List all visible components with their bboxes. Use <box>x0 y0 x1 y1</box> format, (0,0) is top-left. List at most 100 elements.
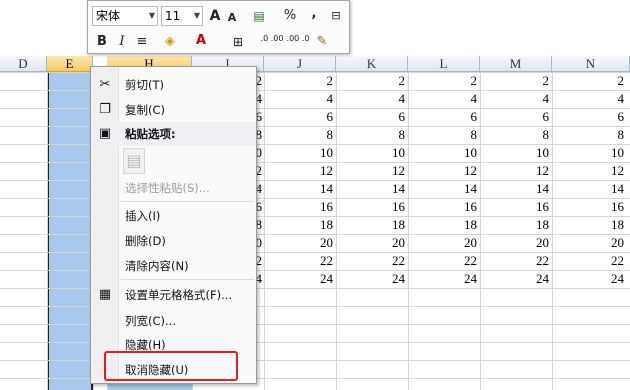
font-name-value: 宋体 <box>96 9 121 23</box>
table-cell[interactable]: 4 <box>564 90 625 108</box>
table-cell[interactable]: 10 <box>489 144 549 162</box>
table-cell[interactable]: 22 <box>273 252 333 270</box>
column-header-d[interactable]: D <box>0 56 47 72</box>
table-cell[interactable]: 14 <box>564 180 624 198</box>
comma-button[interactable]: , <box>309 5 319 23</box>
percent-button[interactable]: % <box>283 7 297 25</box>
table-cell[interactable]: 2 <box>489 72 550 90</box>
table-cell[interactable]: 14 <box>345 180 405 198</box>
format-painter-box-icon[interactable]: ⊟ <box>327 7 345 25</box>
table-cell[interactable]: 4 <box>417 90 478 108</box>
menu-item-insert[interactable]: 插入(I) <box>91 204 256 228</box>
table-cell[interactable]: 8 <box>345 126 406 144</box>
font-name-select[interactable]: 宋体 ▼ <box>92 6 158 26</box>
column-header-j[interactable]: J <box>264 56 336 72</box>
table-cell[interactable]: 22 <box>564 252 624 270</box>
mini-toolbar: 宋体 ▼ 11 ▼ A A ▤ % , ⊟ B I ≡ ◈ A ⊞ .0 .00 .… <box>87 0 350 54</box>
table-cell[interactable]: 4 <box>273 90 334 108</box>
table-cell[interactable]: 2 <box>273 72 334 90</box>
table-cell[interactable]: 20 <box>489 234 549 252</box>
table-cell[interactable]: 18 <box>564 216 624 234</box>
column-header-e[interactable]: E <box>47 56 93 72</box>
table-cell[interactable]: 8 <box>417 126 478 144</box>
table-cell[interactable]: 24 <box>564 270 624 288</box>
table-cell[interactable]: 24 <box>273 270 333 288</box>
table-cell[interactable]: 22 <box>345 252 405 270</box>
menu-separator <box>121 279 254 280</box>
menu-item-paste-special[interactable]: 选择性粘贴(S)... <box>91 176 256 200</box>
grow-font-button[interactable]: A <box>207 7 223 25</box>
menu-item-column-width[interactable]: 列宽(C)... <box>91 309 256 333</box>
table-cell[interactable]: 18 <box>273 216 333 234</box>
table-cell[interactable]: 6 <box>273 108 334 126</box>
table-cell[interactable]: 2 <box>564 72 625 90</box>
table-cell[interactable]: 4 <box>345 90 406 108</box>
table-cell[interactable]: 12 <box>489 162 549 180</box>
decrease-decimal-button[interactable]: .00 .0 <box>286 35 310 43</box>
column-header-n[interactable]: N <box>552 56 630 72</box>
menu-item-format-cells[interactable]: ▦ 设置单元格格式(F)... <box>91 283 256 307</box>
table-cell[interactable]: 6 <box>417 108 478 126</box>
table-cell[interactable]: 18 <box>417 216 477 234</box>
menu-item-copy[interactable]: ❐ 复制(C) <box>91 98 256 122</box>
table-cell[interactable]: 8 <box>489 126 550 144</box>
table-cell[interactable]: 10 <box>345 144 405 162</box>
font-size-select[interactable]: 11 ▼ <box>161 6 203 26</box>
table-cell[interactable]: 4 <box>489 90 550 108</box>
table-cell[interactable]: 12 <box>417 162 477 180</box>
italic-button[interactable]: I <box>116 33 128 51</box>
table-cell[interactable]: 20 <box>345 234 405 252</box>
table-cell[interactable]: 10 <box>417 144 477 162</box>
menu-item-delete[interactable]: 删除(D) <box>91 229 256 253</box>
align-center-icon[interactable]: ≡ <box>134 33 150 51</box>
table-cell[interactable]: 18 <box>345 216 405 234</box>
table-cell[interactable]: 20 <box>273 234 333 252</box>
table-cell[interactable]: 14 <box>273 180 333 198</box>
table-cell[interactable]: 24 <box>417 270 477 288</box>
table-cell[interactable]: 20 <box>564 234 624 252</box>
format-painter-icon[interactable]: ✎ <box>314 33 330 51</box>
table-cell[interactable]: 6 <box>489 108 550 126</box>
table-cell[interactable]: 8 <box>273 126 334 144</box>
column-header-l[interactable]: L <box>408 56 480 72</box>
table-cell[interactable]: 16 <box>564 198 624 216</box>
column-header-k[interactable]: K <box>336 56 408 72</box>
bold-button[interactable]: B <box>95 33 109 51</box>
shrink-font-button[interactable]: A <box>225 9 239 27</box>
table-cell[interactable]: 16 <box>417 198 477 216</box>
table-cell[interactable]: 24 <box>489 270 549 288</box>
menu-label-insert: 插入(I) <box>125 209 161 223</box>
table-cell[interactable]: 10 <box>564 144 624 162</box>
menu-label-paste-options: 粘贴选项: <box>125 127 176 141</box>
table-cell[interactable]: 14 <box>489 180 549 198</box>
table-cell[interactable]: 22 <box>489 252 549 270</box>
table-cell[interactable]: 22 <box>417 252 477 270</box>
table-cell[interactable]: 16 <box>345 198 405 216</box>
borders-icon[interactable]: ⊞ <box>228 33 248 51</box>
table-cell[interactable]: 12 <box>564 162 624 180</box>
table-cell[interactable]: 2 <box>345 72 406 90</box>
table-cell[interactable]: 20 <box>417 234 477 252</box>
table-cell[interactable]: 10 <box>273 144 333 162</box>
table-cell[interactable]: 6 <box>564 108 625 126</box>
menu-item-clear-contents[interactable]: 清除内容(N) <box>91 254 256 278</box>
table-cell[interactable]: 8 <box>564 126 625 144</box>
table-cell[interactable]: 24 <box>345 270 405 288</box>
table-cell[interactable]: 12 <box>345 162 405 180</box>
font-size-value: 11 <box>165 9 181 23</box>
table-cell[interactable]: 14 <box>417 180 477 198</box>
table-cell[interactable]: 16 <box>273 198 333 216</box>
column-header-m[interactable]: M <box>480 56 552 72</box>
increase-decimal-button[interactable]: .0 .00 <box>260 35 284 43</box>
table-cell[interactable]: 18 <box>489 216 549 234</box>
paste-clipboard-icon[interactable]: ▤ <box>123 148 145 174</box>
table-cell[interactable]: 16 <box>489 198 549 216</box>
fill-color-icon[interactable]: ◈ <box>158 33 182 51</box>
menu-item-cut[interactable]: ✂ 剪切(T) <box>91 73 256 97</box>
accounting-format-icon[interactable]: ▤ <box>248 7 270 25</box>
font-color-button[interactable]: A <box>194 32 208 50</box>
table-cell[interactable]: 12 <box>273 162 333 180</box>
table-cell[interactable]: 2 <box>417 72 478 90</box>
paste-icon: ▣ <box>98 126 112 141</box>
table-cell[interactable]: 6 <box>345 108 406 126</box>
